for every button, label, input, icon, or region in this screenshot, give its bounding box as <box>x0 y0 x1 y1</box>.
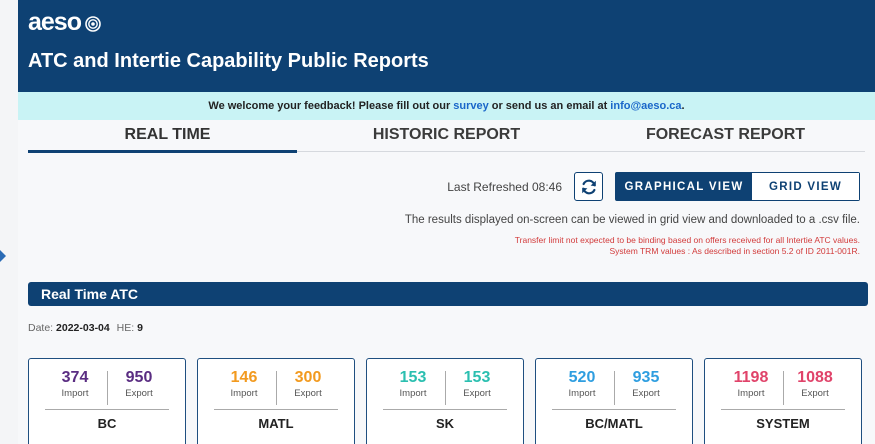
view-controls: Last Refreshed 08:46 GRAPHICAL VIEW GRID… <box>447 172 860 201</box>
results-info-text: The results displayed on-screen can be v… <box>404 214 860 226</box>
feedback-middle: or send us an email at <box>491 100 608 112</box>
import-value: 153 <box>399 369 427 386</box>
target-logo-icon <box>85 15 101 32</box>
import-col: 146 Import <box>217 369 272 407</box>
graphical-view-button[interactable]: GRAPHICAL VIEW <box>616 173 752 200</box>
feedback-prefix: We welcome your feedback! Please fill ou… <box>208 100 451 112</box>
feedback-suffix: . <box>681 100 685 112</box>
atc-cards: 374 Import 950 Export BC 146 Import 300 … <box>28 358 862 444</box>
export-label: Export <box>632 388 660 399</box>
he-value: 9 <box>137 322 143 334</box>
logo[interactable]: aeso <box>28 8 875 36</box>
export-value: 153 <box>463 369 491 386</box>
system-trm-note: System TRM values : As described in sect… <box>609 246 860 256</box>
card-values: 153 Import 153 Export <box>367 369 523 407</box>
export-col: 153 Export <box>450 369 505 407</box>
date-value: 2022-03-04 <box>56 322 110 334</box>
report-tabs: REAL TIME HISTORIC REPORT FORECAST REPOR… <box>28 120 865 153</box>
export-label: Export <box>294 388 322 399</box>
divider <box>275 371 277 405</box>
feedback-banner: We welcome your feedback! Please fill ou… <box>18 92 875 120</box>
import-col: 1198 Import <box>724 369 779 407</box>
email-link[interactable]: info@aeso.ca <box>610 100 681 112</box>
side-nav-arrow-icon[interactable] <box>0 250 6 262</box>
import-label: Import <box>61 388 89 399</box>
divider <box>383 409 507 410</box>
atc-card-bc[interactable]: 374 Import 950 Export BC <box>28 358 186 444</box>
atc-card-bc-matl[interactable]: 520 Import 935 Export BC/MATL <box>535 358 693 444</box>
page-title: ATC and Intertie Capability Public Repor… <box>28 50 429 72</box>
import-value: 374 <box>61 369 89 386</box>
divider <box>214 409 338 410</box>
card-values: 520 Import 935 Export <box>536 369 692 407</box>
tab-forecast-report[interactable]: FORECAST REPORT <box>586 120 865 151</box>
export-col: 935 Export <box>619 369 674 407</box>
export-col: 300 Export <box>281 369 336 407</box>
import-col: 374 Import <box>48 369 103 407</box>
divider <box>721 409 845 410</box>
transfer-limit-note: Transfer limit not expected to be bindin… <box>514 235 860 245</box>
import-label: Import <box>230 388 258 399</box>
he-label: HE: <box>116 322 135 334</box>
card-name: SYSTEM <box>756 416 810 431</box>
last-refreshed-label: Last Refreshed 08:46 <box>447 179 562 194</box>
import-value: 146 <box>230 369 258 386</box>
export-value: 950 <box>125 369 153 386</box>
export-col: 950 Export <box>112 369 167 407</box>
date-hour-line: Date: 2022-03-04 HE: 9 <box>28 322 143 334</box>
export-value: 1088 <box>797 369 833 386</box>
import-value: 1198 <box>733 369 769 386</box>
card-name: MATL <box>258 416 294 431</box>
divider <box>444 371 446 405</box>
import-value: 520 <box>568 369 596 386</box>
divider <box>613 371 615 405</box>
atc-card-matl[interactable]: 146 Import 300 Export MATL <box>197 358 355 444</box>
export-value: 300 <box>294 369 322 386</box>
grid-view-button[interactable]: GRID VIEW <box>752 173 859 200</box>
card-values: 374 Import 950 Export <box>29 369 185 407</box>
export-label: Export <box>801 388 829 399</box>
view-toggle: GRAPHICAL VIEW GRID VIEW <box>615 172 860 201</box>
card-name: BC <box>97 416 117 431</box>
card-name: BC/MATL <box>585 416 643 431</box>
logo-text: aeso <box>28 8 82 36</box>
divider <box>106 371 108 405</box>
refresh-icon <box>581 179 596 194</box>
import-label: Import <box>399 388 427 399</box>
survey-link[interactable]: survey <box>453 100 488 112</box>
refresh-button[interactable] <box>574 172 603 201</box>
export-value: 935 <box>632 369 660 386</box>
page: aeso ATC and Intertie Capability Public … <box>18 0 875 444</box>
import-label: Import <box>568 388 596 399</box>
divider <box>552 409 676 410</box>
section-header: Real Time ATC <box>28 282 868 306</box>
divider <box>45 409 169 410</box>
divider <box>782 371 784 405</box>
atc-card-sk[interactable]: 153 Import 153 Export SK <box>366 358 524 444</box>
import-col: 520 Import <box>555 369 610 407</box>
atc-card-system[interactable]: 1198 Import 1088 Export SYSTEM <box>704 358 862 444</box>
tab-real-time[interactable]: REAL TIME <box>28 120 307 153</box>
export-col: 1088 Export <box>788 369 843 407</box>
import-label: Import <box>737 388 765 399</box>
card-values: 146 Import 300 Export <box>198 369 354 407</box>
tab-historic-report[interactable]: HISTORIC REPORT <box>307 120 586 151</box>
card-values: 1198 Import 1088 Export <box>705 369 861 407</box>
import-col: 153 Import <box>386 369 441 407</box>
header: aeso ATC and Intertie Capability Public … <box>18 0 875 92</box>
export-label: Export <box>463 388 491 399</box>
export-label: Export <box>125 388 153 399</box>
card-name: SK <box>435 416 455 431</box>
date-label: Date: <box>28 322 54 334</box>
